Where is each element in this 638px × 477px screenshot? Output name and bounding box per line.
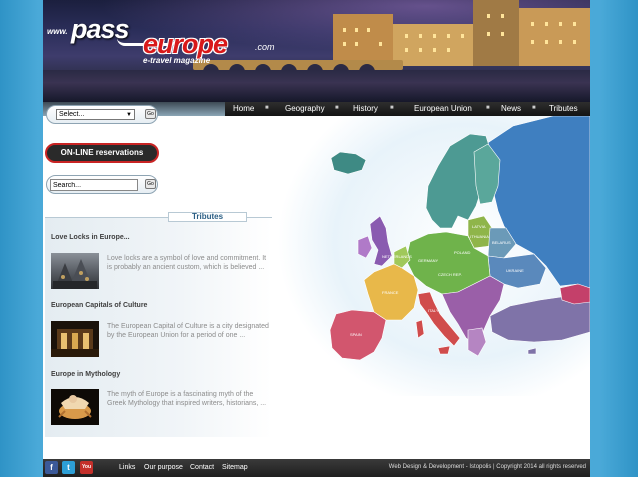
banner-river [43, 70, 590, 102]
nav-item-home[interactable]: Home [233, 103, 254, 115]
youtube-icon[interactable]: You [80, 461, 93, 474]
map-label-germany: GERMANY [418, 258, 439, 263]
footer-link-sitemap[interactable]: Sitemap [222, 463, 248, 472]
footer: f t You Links Our purpose Contact Sitema… [43, 459, 590, 477]
tributes-heading: Tributes [168, 212, 247, 222]
tribute-text-love-locks: Love locks are a symbol of love and comm… [107, 255, 267, 271]
nav-item-history[interactable]: History [353, 103, 378, 115]
region-select-value: Select... [59, 111, 85, 118]
nav-separator: ■ [265, 105, 269, 111]
select-go-button[interactable]: Go [145, 109, 156, 119]
tribute-title-europe-mythology[interactable]: Europe in Mythology [51, 371, 120, 378]
banner-tower [473, 0, 519, 66]
footer-link-our-purpose[interactable]: Our purpose [144, 463, 183, 472]
nav-item-tributes[interactable]: Tributes [549, 103, 578, 115]
logo-www: www. [47, 27, 68, 36]
map-region-caucasus[interactable] [559, 283, 591, 305]
facebook-icon[interactable]: f [45, 461, 58, 474]
map-label-ukraine: UKRAINE [506, 268, 524, 273]
header-banner: www. pass europe .com e-travel magazine [43, 0, 590, 102]
nav-item-news[interactable]: News [501, 103, 521, 115]
tribute-title-love-locks[interactable]: Love Locks in Europe... [51, 234, 130, 241]
footer-link-contact[interactable]: Contact [190, 463, 214, 472]
nav-separator: ■ [335, 105, 339, 111]
map-label-italy: ITALY [428, 308, 439, 313]
tribute-title-capitals-of-culture[interactable]: European Capitals of Culture [51, 302, 147, 309]
nav-item-european-union[interactable]: European Union [414, 103, 472, 115]
map-label-latvia: LATVIA [472, 224, 486, 229]
nav-separator: ■ [486, 105, 490, 111]
select-pill: Select... ▼ Go [46, 105, 158, 124]
nav-separator: ■ [390, 105, 394, 111]
europe-map[interactable]: LATVIA LITHUANIA BELARUS NETHERLANDS GER… [278, 115, 591, 396]
map-label-spain: SPAIN [350, 332, 362, 337]
logo-com: .com [255, 42, 275, 52]
twitter-icon[interactable]: t [62, 461, 75, 474]
logo-tagline: e-travel magazine [143, 56, 211, 65]
nav-item-geography[interactable]: Geography [285, 103, 325, 115]
map-label-poland: POLAND [454, 250, 471, 255]
map-label-belarus: BELARUS [492, 240, 511, 245]
footer-link-links[interactable]: Links [119, 463, 135, 472]
map-label-lithuania: LITHUANIA [468, 234, 489, 239]
search-go-button[interactable]: Go [145, 179, 156, 189]
tribute-thumbnail-capitals-of-culture[interactable] [51, 321, 99, 357]
map-label-france: FRANCE [382, 290, 399, 295]
region-select[interactable]: Select... ▼ [56, 109, 135, 120]
search-pill: Go [46, 175, 158, 194]
chevron-down-icon: ▼ [126, 112, 132, 118]
tribute-thumbnail-love-locks[interactable] [51, 253, 99, 289]
tribute-thumbnail-europe-mythology[interactable] [51, 389, 99, 425]
banner-building [333, 14, 393, 66]
tribute-text-capitals-of-culture: The European Capital of Culture is a cit… [107, 323, 269, 339]
nav-separator: ■ [532, 105, 536, 111]
map-label-netherlands: NETHERLANDS [382, 254, 412, 259]
online-reservations-button[interactable]: ON-LINE reservations [45, 143, 159, 163]
banner-building [519, 8, 590, 66]
search-input[interactable] [50, 179, 138, 191]
footer-credit: Web Design & Development - Istopolis | C… [388, 464, 586, 470]
map-label-czech: CZECH REP. [438, 272, 462, 277]
page: www. pass europe .com e-travel magazine … [43, 0, 591, 477]
banner-building [393, 24, 473, 66]
tribute-text-europe-mythology: The myth of Europe is a fascinating myth… [107, 391, 267, 407]
